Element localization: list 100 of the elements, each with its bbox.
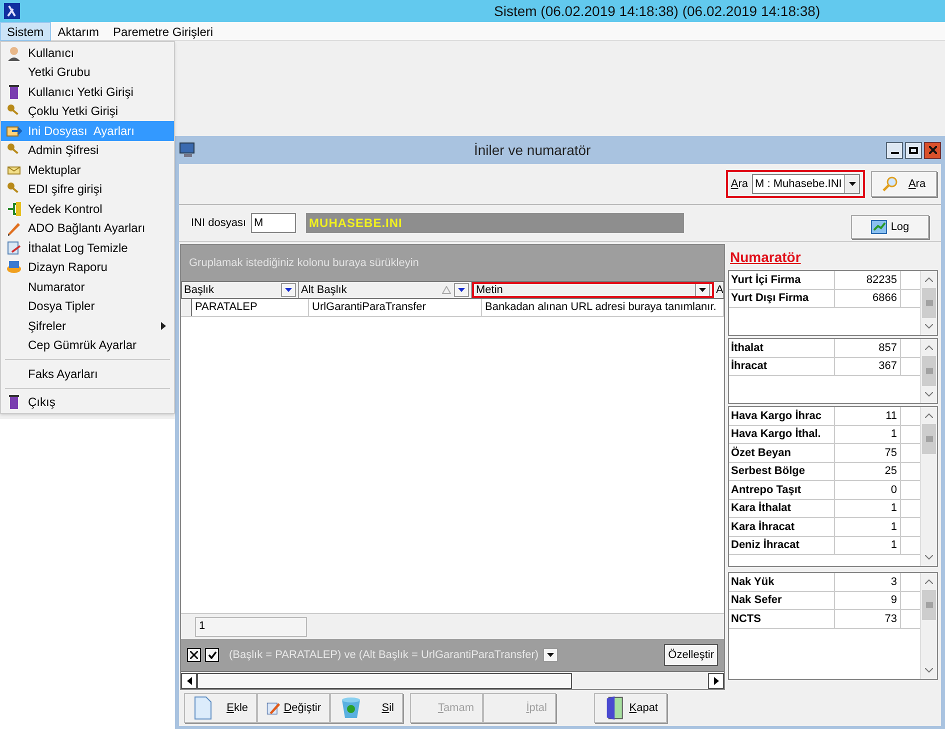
counter-value: 1 — [835, 500, 901, 517]
column-header[interactable]: A — [714, 282, 724, 298]
customize-button[interactable]: Özelleştir — [664, 644, 718, 666]
close-button[interactable] — [924, 142, 941, 158]
scrollbar[interactable] — [920, 573, 937, 679]
dropdown-button[interactable] — [844, 175, 859, 193]
counter-name: Özet Beyan — [729, 444, 835, 462]
menu-item[interactable]: Admin Şifresi — [1, 140, 174, 160]
door-icon — [6, 84, 22, 100]
menu-item[interactable]: Kullanıcı Yetki Girişi — [1, 82, 174, 102]
counter-name: Nak Yük — [729, 573, 835, 590]
scroll-up-icon[interactable] — [925, 413, 933, 418]
clear-filter-button[interactable] — [187, 648, 201, 662]
horizontal-scrollbar[interactable] — [181, 671, 724, 689]
action-button[interactable]: Değiştir — [257, 693, 330, 723]
scroll-thumb[interactable] — [922, 288, 936, 318]
menu-item[interactable]: Aktarım — [50, 22, 106, 40]
counter-value: 1 — [835, 536, 901, 554]
log-button[interactable]: Log — [851, 215, 929, 239]
ini-input[interactable]: M — [251, 213, 296, 233]
window-title: Sistem (06.02.2019 14:18:38) (06.02.2019 14:18:38) — [494, 2, 820, 21]
menu-item[interactable]: Yedek Kontrol — [1, 199, 174, 218]
recycle-bin-icon — [339, 696, 363, 720]
counter-name: Nak Sefer — [729, 592, 835, 609]
row-indicator[interactable] — [181, 299, 192, 316]
counter-value: 367 — [835, 358, 901, 375]
maximize-button[interactable] — [905, 142, 922, 158]
filter-checkbox[interactable] — [205, 648, 219, 662]
search-combobox[interactable]: M : Muhasebe.INI — [752, 174, 860, 194]
close-icon — [190, 651, 198, 659]
menu-item[interactable]: Şifreler — [1, 316, 174, 336]
menu-item[interactable]: Yetki Grubu — [1, 62, 174, 82]
counter-value: 25 — [835, 462, 901, 480]
ini-name-bar: MUHASEBE.INI — [306, 213, 684, 233]
scroll-down-icon[interactable] — [925, 668, 933, 673]
sort-icon — [442, 286, 451, 294]
caret-icon — [848, 182, 856, 186]
menu-item[interactable]: İthalat Log Temizle — [1, 238, 174, 258]
menu-item[interactable]: Sistem — [0, 22, 51, 40]
action-button[interactable]: Kapat — [594, 693, 667, 723]
counter-name: İthalat — [729, 339, 835, 356]
scroll-up-icon[interactable] — [925, 345, 933, 350]
counter-value: 857 — [835, 339, 901, 356]
menu-item[interactable]: Kullanıcı — [1, 43, 174, 62]
menu-item[interactable]: Faks Ayarları — [1, 364, 174, 384]
scroll-thumb[interactable] — [922, 424, 936, 454]
counter-name: Hava Kargo İhrac — [729, 407, 835, 424]
table-cell: UrlGarantiParaTransfer — [309, 299, 482, 316]
column-header[interactable]: Metin — [472, 282, 714, 298]
column-header[interactable]: Alt Başlık — [299, 282, 472, 298]
counter-name: Deniz İhracat — [729, 536, 835, 554]
scroll-down-icon[interactable] — [925, 324, 933, 329]
counter-value: 1 — [835, 426, 901, 443]
scroll-up-icon[interactable] — [925, 579, 933, 584]
left-arrow-icon — [186, 676, 192, 684]
scroll-right-button[interactable] — [708, 672, 724, 688]
grip-icon — [926, 368, 932, 374]
counter-name: NCTS — [729, 610, 835, 628]
action-button[interactable]: Ekle — [184, 693, 257, 723]
scrollbar[interactable] — [920, 407, 937, 566]
submenu-arrow-icon — [161, 322, 166, 330]
menu-item[interactable]: Mektuplar — [1, 160, 174, 180]
menu-item[interactable]: Cep Gümrük Ayarlar — [1, 336, 174, 355]
counter-name: Kara İthalat — [729, 500, 835, 517]
window-title: İniler ve numaratör — [474, 140, 591, 160]
scrollbar[interactable] — [920, 271, 937, 335]
counter-value: 6866 — [835, 290, 901, 307]
menu-item[interactable]: ADO Bağlantı Ayarları — [1, 218, 174, 238]
dropdown-arrow-icon[interactable] — [695, 284, 710, 296]
ini-label: INI dosyası — [191, 216, 246, 231]
search-button[interactable]: Ara — [871, 171, 937, 197]
menu-item[interactable]: Paremetre Girişleri — [106, 22, 220, 40]
menu-item[interactable]: Numarator — [1, 277, 174, 296]
grip-icon — [926, 602, 932, 608]
scroll-down-icon[interactable] — [925, 555, 933, 560]
counter-name: Yurt Dışı Firma — [729, 290, 835, 307]
scroll-thumb[interactable] — [197, 672, 572, 688]
search-icon — [882, 176, 898, 192]
minimize-button[interactable] — [886, 142, 903, 158]
chart-icon — [870, 220, 887, 234]
scroll-up-icon[interactable] — [925, 277, 933, 282]
filter-dropdown-icon[interactable] — [542, 648, 558, 662]
scroll-thumb[interactable] — [922, 590, 936, 620]
counter-value: 75 — [835, 444, 901, 462]
column-header[interactable]: Başlık — [182, 282, 299, 298]
menu-item[interactable]: Çoklu Yetki Girişi — [1, 102, 174, 121]
scroll-thumb[interactable] — [922, 356, 936, 386]
document-icon — [193, 696, 213, 720]
scroll-down-icon[interactable] — [925, 392, 933, 397]
scroll-left-button[interactable] — [181, 672, 197, 688]
monitor-icon — [179, 142, 197, 158]
menu-item[interactable]: Dizayn Raporu — [1, 258, 174, 277]
menu-item[interactable]: Dosya Tipler — [1, 296, 174, 316]
table-cell: Bankadan alınan URL adresi buraya tanımlanır. — [482, 299, 724, 316]
action-button[interactable]: Sil — [330, 693, 403, 723]
menu-item[interactable]: EDI şifre girişi — [1, 180, 174, 199]
record-count: 1 — [195, 616, 307, 636]
menu-item[interactable]: Çıkış — [1, 392, 174, 412]
search-label: Ara — [730, 176, 748, 192]
scrollbar[interactable] — [920, 339, 937, 403]
